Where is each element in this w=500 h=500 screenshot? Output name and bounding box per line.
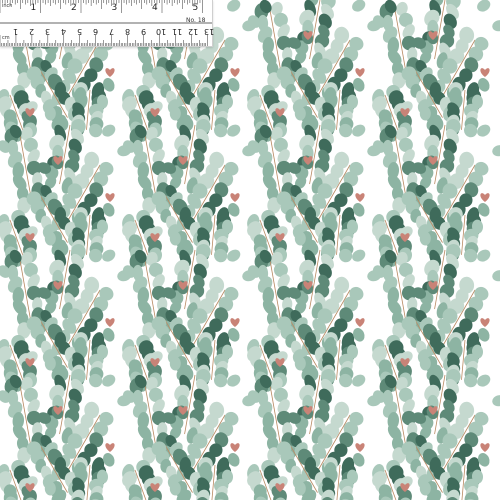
ruler-bottom-unit: cm [2, 35, 10, 41]
stem [211, 464, 216, 500]
measuring-ruler: inch cm 12345 1 2 3 4 5 6 7 8 9 10 11 12 13 No. 18 [0, 0, 215, 47]
heart-icon [230, 443, 240, 452]
ruler-inch-number: 5 [192, 3, 199, 13]
heart-icon [480, 318, 490, 327]
heart-icon [355, 68, 365, 77]
ruler-inch-number: 1 [30, 3, 37, 13]
pattern-tile [247, 366, 382, 500]
heart-icon [355, 443, 365, 452]
heart-icon [230, 193, 240, 202]
ruler-cm-number: 2 [28, 27, 34, 36]
heart-icon [480, 193, 490, 202]
ruler-cm-number: 3 [44, 27, 50, 36]
ruler-cm-number: 13 [204, 27, 215, 36]
ruler-inch-number: 2 [71, 3, 77, 13]
eucalyptus-leaf [477, 0, 491, 12]
ruler-cm-number: 10 [156, 27, 167, 36]
pattern-tile [372, 366, 500, 500]
eucalyptus-leaf [227, 0, 241, 12]
heart-icon [230, 68, 240, 77]
swatch-number-label: No. 18 [186, 17, 206, 24]
ruler-cm-number: 11 [172, 27, 183, 36]
eucalyptus-leaf [492, 270, 500, 282]
stem [86, 464, 91, 500]
heart-icon [355, 318, 365, 327]
stem [336, 464, 341, 500]
heart-icon [105, 193, 115, 202]
eucalyptus-leaf [352, 0, 366, 12]
heart-icon [355, 193, 365, 202]
pattern-tile [0, 366, 132, 500]
ruler-cm-number: 5 [76, 27, 82, 36]
ruler-cm-number: 9 [140, 27, 146, 36]
heart-icon [230, 318, 240, 327]
eucalyptus-leaf [492, 20, 500, 32]
heart-icon [480, 68, 490, 77]
ruler-cm-number: 8 [124, 27, 130, 36]
ruler-inch-number: 4 [152, 3, 158, 13]
eucalyptus-leaf [492, 395, 500, 407]
heart-icon [105, 318, 115, 327]
heart-icon [105, 443, 115, 452]
heart-icon [480, 443, 490, 452]
pattern-tile [122, 366, 257, 500]
eucalyptus-leaf [492, 145, 500, 157]
ruler-cm-number: 12 [188, 27, 199, 36]
stem [461, 464, 466, 500]
ruler-cm-number: 1 [12, 27, 19, 36]
ruler-cm-number: 4 [60, 27, 66, 36]
eucalyptus-fabric-pattern [0, 0, 500, 500]
ruler-inch-number: 3 [111, 3, 118, 13]
ruler-cm-number: 7 [108, 27, 114, 36]
ruler-top-unit: inch [2, 3, 13, 9]
ruler-cm-number: 6 [92, 27, 98, 36]
heart-icon [105, 68, 115, 77]
